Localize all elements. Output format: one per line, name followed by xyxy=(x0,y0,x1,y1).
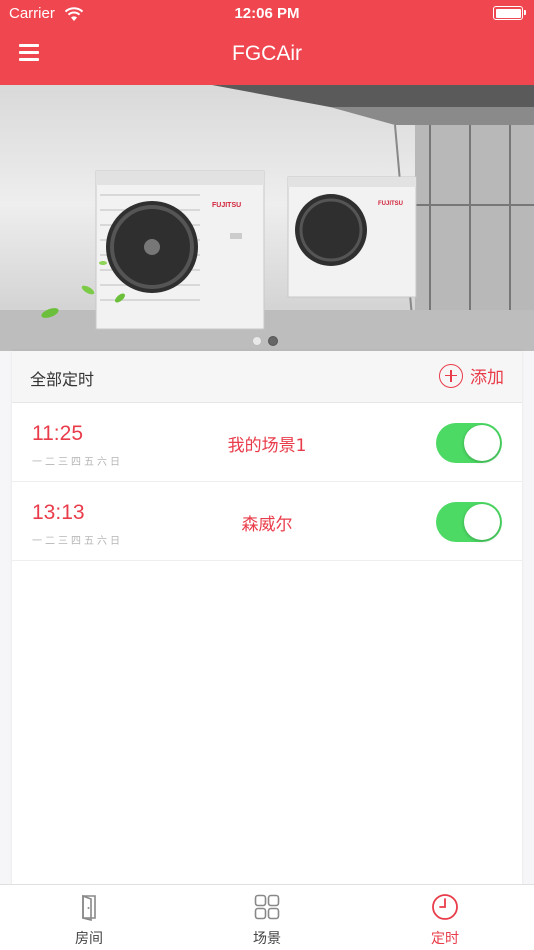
tab-bar: 房间 场景 定时 xyxy=(0,884,534,950)
svg-text:FUJITSU: FUJITSU xyxy=(378,201,403,207)
tab-label: 场景 xyxy=(253,931,281,947)
brand-logo: FUJITSU xyxy=(212,202,241,209)
status-time: 12:06 PM xyxy=(234,5,300,22)
add-timer-button[interactable]: 添加 xyxy=(439,363,504,388)
tab-rooms[interactable]: 房间 xyxy=(0,885,178,950)
timer-enable-toggle[interactable] xyxy=(436,502,502,542)
timer-row[interactable]: 11:25 一二三四五六日 我的场景1 xyxy=(12,403,522,482)
banner-image: FUJITSU FUJITSU xyxy=(0,85,534,351)
tab-timers[interactable]: 定时 xyxy=(356,885,534,950)
timer-row[interactable]: 13:13 一二三四五六日 森威尔 xyxy=(12,482,522,561)
carousel-dot-1[interactable] xyxy=(252,336,262,346)
battery-icon xyxy=(493,6,526,20)
page-title: FGCAir xyxy=(232,42,302,65)
plus-circle-icon xyxy=(439,363,463,388)
grid-icon xyxy=(254,894,280,920)
door-icon xyxy=(82,894,96,921)
add-timer-label: 添加 xyxy=(470,368,504,388)
status-bar: Carrier 12:06 PM xyxy=(0,0,534,28)
carousel-dots xyxy=(252,336,278,346)
tab-label: 房间 xyxy=(75,931,103,947)
timer-list-header: 全部定时 添加 xyxy=(12,351,522,403)
timer-enable-toggle[interactable] xyxy=(436,423,502,463)
clock-icon xyxy=(432,894,458,920)
top-bar: Carrier 12:06 PM FGCAir xyxy=(0,0,534,85)
section-title: 全部定时 xyxy=(30,370,95,389)
tab-scenes[interactable]: 场景 xyxy=(178,885,356,950)
carousel-dot-2[interactable] xyxy=(268,336,278,346)
banner-carousel[interactable]: FUJITSU FUJITSU xyxy=(0,85,534,351)
timer-list-card: 全部定时 添加 11:25 一二三四五六日 我的场景1 13:13 一二三四五六… xyxy=(12,351,522,885)
tab-label: 定时 xyxy=(431,931,459,947)
